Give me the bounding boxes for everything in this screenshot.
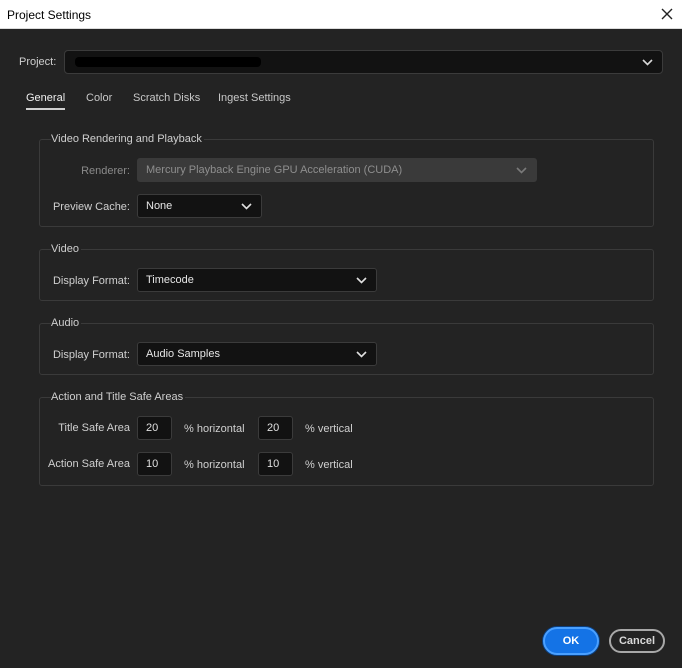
safe-areas-group	[39, 397, 654, 486]
tab-general[interactable]: General	[26, 92, 65, 104]
ok-button-label: OK	[562, 635, 580, 647]
title-safe-vertical-value: 20	[267, 422, 280, 434]
preview-cache-dropdown[interactable]: None	[137, 194, 262, 218]
video-display-format-value: Timecode	[146, 274, 194, 286]
project-label: Project:	[19, 56, 57, 68]
horizontal-suffix: % horizontal	[184, 459, 245, 471]
preview-cache-label: Preview Cache:	[52, 201, 130, 213]
preview-cache-value: None	[146, 200, 173, 212]
tab-scratch-disks[interactable]: Scratch Disks	[133, 92, 200, 104]
audio-display-format-value: Audio Samples	[146, 348, 220, 360]
project-name-redacted	[75, 57, 261, 67]
vertical-suffix: % vertical	[305, 423, 353, 435]
audio-title: Audio	[51, 317, 82, 329]
title-safe-horizontal-value: 20	[146, 422, 159, 434]
video-rendering-group	[39, 139, 654, 227]
renderer-dropdown: Mercury Playback Engine GPU Acceleration…	[137, 158, 537, 182]
audio-display-format-dropdown[interactable]: Audio Samples	[137, 342, 377, 366]
action-safe-label: Action Safe Area	[48, 458, 130, 470]
action-safe-horizontal-input[interactable]: 10	[137, 452, 172, 476]
cancel-button[interactable]: Cancel	[609, 629, 665, 653]
title-safe-label: Title Safe Area	[58, 422, 130, 434]
vertical-suffix: % vertical	[305, 459, 353, 471]
action-safe-horizontal-value: 10	[146, 458, 159, 470]
renderer-label: Renderer:	[81, 165, 130, 177]
tab-color[interactable]: Color	[86, 92, 112, 104]
active-tab-indicator	[26, 108, 65, 110]
window-title: Project Settings	[7, 8, 92, 22]
cancel-button-label: Cancel	[618, 635, 656, 647]
title-bar: Project Settings	[0, 0, 682, 29]
video-display-format-dropdown[interactable]: Timecode	[137, 268, 377, 292]
chevron-down-icon	[516, 167, 527, 174]
ok-button[interactable]: OK	[543, 627, 599, 655]
title-safe-vertical-input[interactable]: 20	[258, 416, 293, 440]
chevron-down-icon	[356, 277, 367, 284]
action-safe-vertical-value: 10	[267, 458, 280, 470]
title-safe-horizontal-input[interactable]: 20	[137, 416, 172, 440]
safe-areas-title: Action and Title Safe Areas	[51, 391, 186, 403]
chevron-down-icon	[642, 59, 653, 66]
video-rendering-title: Video Rendering and Playback	[51, 133, 204, 145]
video-title: Video	[51, 243, 81, 255]
project-dropdown[interactable]	[64, 50, 663, 74]
horizontal-suffix: % horizontal	[184, 423, 245, 435]
renderer-value: Mercury Playback Engine GPU Acceleration…	[146, 164, 403, 176]
chevron-down-icon	[241, 203, 252, 210]
video-display-format-label: Display Format:	[52, 275, 130, 287]
tab-ingest-settings[interactable]: Ingest Settings	[218, 92, 291, 104]
chevron-down-icon	[356, 351, 367, 358]
audio-display-format-label: Display Format:	[52, 349, 130, 361]
action-safe-vertical-input[interactable]: 10	[258, 452, 293, 476]
close-icon[interactable]	[658, 5, 676, 23]
